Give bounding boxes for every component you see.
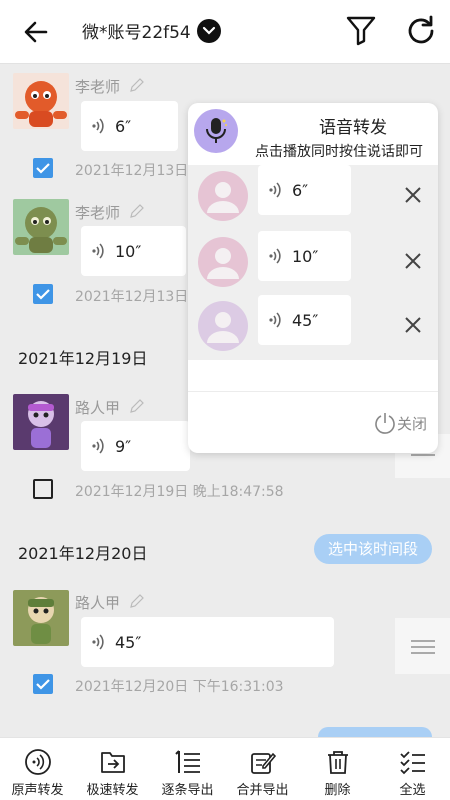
merge-export-button[interactable]: 合并导出: [225, 738, 300, 800]
popup-voice-item: 6″: [188, 165, 438, 229]
voice-forward-button[interactable]: 原声转发: [0, 738, 75, 800]
voice-duration: 10″: [292, 246, 319, 266]
divider: [188, 391, 438, 392]
close-icon[interactable]: [404, 316, 422, 334]
select-all-button[interactable]: 全选: [375, 738, 450, 800]
voice-duration: 45″: [115, 632, 142, 652]
message-timestamp: 2021年12月13日 中: [75, 163, 207, 179]
export-each-button[interactable]: 逐条导出: [150, 738, 225, 800]
power-icon: [375, 413, 395, 434]
fast-forward-button[interactable]: 极速转发: [75, 738, 150, 800]
voice-wave-icon: [269, 248, 281, 264]
message-timestamp: 2021年12月19日 晚上18:47:58: [75, 484, 284, 500]
export-list-icon: [174, 750, 200, 773]
voice-duration: 10″: [115, 241, 142, 261]
avatar: [198, 237, 248, 287]
voice-bubble[interactable]: 10″: [81, 226, 186, 276]
trash-icon: [327, 751, 348, 774]
voice-bubble[interactable]: 6″: [258, 165, 351, 215]
message-timestamp: 2021年12月13日 下: [75, 289, 207, 305]
toolbar-label: 合并导出: [236, 783, 289, 798]
sender-name: 路人甲: [75, 594, 121, 612]
back-arrow-icon[interactable]: [20, 16, 52, 48]
avatar: [13, 394, 69, 450]
avatar: [198, 171, 248, 221]
toolbar-label: 逐条导出: [161, 783, 214, 798]
drag-handle[interactable]: [395, 618, 450, 674]
popup-close-button[interactable]: 关闭: [373, 411, 427, 435]
voice-wave-icon: [269, 182, 281, 198]
popup-title: 语音转发: [319, 118, 387, 138]
top-bar: 微*账号22f54: [0, 0, 450, 64]
voice-duration: 9″: [115, 436, 132, 456]
popup-voice-item: 45″: [188, 295, 438, 359]
popup-voice-list: 6″ 10″ 45″: [188, 165, 438, 360]
voice-duration: 45″: [292, 310, 319, 330]
edit-pencil-icon[interactable]: [129, 203, 145, 219]
select-checkbox[interactable]: [33, 158, 53, 178]
date-group-header: 2021年12月20日 选中该时间段: [0, 521, 450, 577]
checkmark-icon: [36, 679, 50, 690]
microphone-icon: [194, 109, 238, 153]
account-selector[interactable]: 微*账号22f54: [82, 18, 221, 43]
group-date: 2021年12月19日: [18, 349, 148, 368]
select-checkbox[interactable]: [33, 674, 53, 694]
voice-wave-icon: [269, 312, 281, 328]
voice-duration: 6″: [292, 180, 309, 200]
voice-bubble[interactable]: 6″: [81, 101, 178, 151]
chevron-down-icon: [196, 18, 221, 43]
toolbar-label: 全选: [399, 783, 426, 798]
edit-pencil-icon[interactable]: [129, 77, 145, 93]
edit-pencil-icon[interactable]: [129, 593, 145, 609]
refresh-icon[interactable]: [404, 14, 438, 48]
sender-name: 李老师: [75, 204, 121, 222]
avatar: [13, 199, 69, 255]
avatar: [13, 73, 69, 129]
page-title: 微*账号22f54: [82, 23, 191, 43]
sender-name: 李老师: [75, 78, 121, 96]
edit-pencil-icon[interactable]: [129, 398, 145, 414]
delete-button[interactable]: 删除: [300, 738, 375, 800]
voice-forward-popup: 语音转发 点击播放同时按住说话即可 6″ 10″ 45″ 关闭: [188, 103, 438, 453]
voice-forward-icon: [24, 749, 51, 775]
message-timestamp: 2021年12月20日 下午16:31:03: [75, 679, 284, 695]
toolbar-label: 极速转发: [86, 783, 139, 798]
toolbar-label: 删除: [324, 783, 351, 798]
popup-subtitle: 点击播放同时按住说话即可: [255, 144, 423, 160]
select-checkbox[interactable]: [33, 479, 53, 499]
close-icon[interactable]: [404, 186, 422, 204]
sender-name: 路人甲: [75, 399, 121, 417]
select-checkbox[interactable]: [33, 284, 53, 304]
checkmark-icon: [36, 163, 50, 174]
avatar: [13, 590, 69, 646]
voice-wave-icon: [92, 118, 104, 134]
select-period-button[interactable]: 选中该时间段: [313, 534, 432, 564]
voice-bubble[interactable]: 10″: [258, 231, 351, 281]
voice-wave-icon: [92, 243, 104, 259]
voice-wave-icon: [92, 438, 104, 454]
voice-duration: 6″: [115, 116, 132, 136]
popup-voice-item: 10″: [188, 231, 438, 295]
select-all-icon: [399, 751, 425, 775]
popup-close-label: 关闭: [397, 414, 428, 433]
close-icon[interactable]: [404, 252, 422, 270]
group-date: 2021年12月20日: [18, 544, 148, 563]
toolbar-label: 原声转发: [11, 783, 64, 798]
bottom-toolbar: 原声转发 极速转发 逐条导出 合并导出 删除 全选: [0, 737, 450, 800]
avatar: [198, 301, 248, 351]
voice-bubble[interactable]: 9″: [81, 421, 190, 471]
fast-forward-icon: [100, 752, 125, 773]
merge-export-icon: [250, 752, 276, 774]
voice-bubble[interactable]: 45″: [258, 295, 351, 345]
filter-icon[interactable]: [345, 14, 377, 46]
voice-wave-icon: [92, 634, 104, 650]
checkmark-icon: [36, 289, 50, 300]
voice-bubble[interactable]: 45″: [81, 617, 334, 667]
